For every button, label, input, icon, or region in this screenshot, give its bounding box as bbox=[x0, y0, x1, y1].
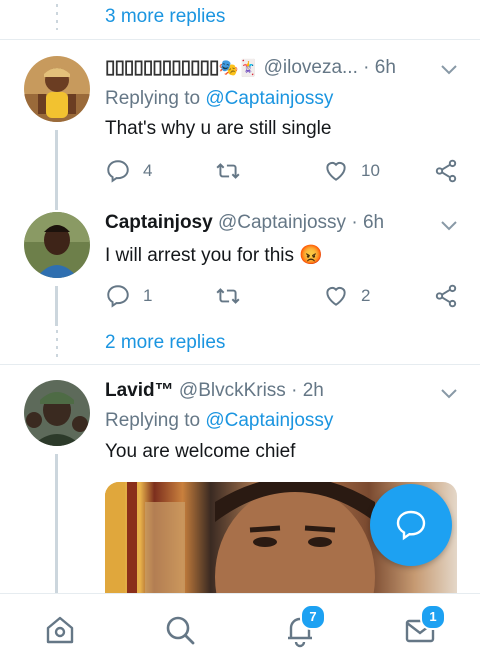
like-button[interactable]: 2 bbox=[323, 283, 370, 309]
reply-count: 4 bbox=[143, 161, 153, 180]
reply-count: 1 bbox=[143, 286, 153, 305]
nav-notifications[interactable]: 7 bbox=[282, 604, 326, 648]
thread-line bbox=[55, 286, 58, 326]
display-name[interactable]: Lavid™ bbox=[105, 380, 174, 401]
nav-search[interactable] bbox=[162, 612, 198, 648]
reply-icon bbox=[107, 285, 129, 308]
handle[interactable]: @iloveza... bbox=[264, 57, 358, 78]
heart-icon bbox=[326, 161, 346, 181]
search-icon bbox=[166, 616, 195, 645]
replying-prefix: Replying to bbox=[105, 410, 201, 431]
tweet-actions: 4 10 bbox=[105, 158, 460, 186]
nav-home[interactable] bbox=[42, 612, 78, 648]
compose-reply-button[interactable] bbox=[370, 484, 452, 566]
timestamp[interactable]: · 6h bbox=[351, 212, 384, 233]
notifications-badge: 7 bbox=[300, 604, 326, 630]
avatar[interactable] bbox=[24, 56, 90, 122]
thread-dots bbox=[56, 330, 58, 358]
timestamp[interactable]: · 2h bbox=[291, 380, 324, 401]
tweet-actions: 1 2 bbox=[105, 283, 460, 311]
messages-badge: 1 bbox=[420, 604, 446, 630]
reply-icon bbox=[107, 160, 129, 183]
divider bbox=[0, 39, 480, 40]
thread-line bbox=[55, 130, 58, 210]
replying-to-handle[interactable]: @Captainjossy bbox=[205, 88, 333, 109]
handle[interactable]: @Captainjossy bbox=[218, 212, 346, 233]
tweet-header: Captainjosy @Captainjossy · 6h bbox=[105, 212, 440, 238]
retweet-icon bbox=[216, 288, 240, 304]
thread-dots bbox=[56, 4, 58, 30]
thread-line bbox=[55, 454, 58, 604]
share-button[interactable] bbox=[433, 158, 459, 184]
more-replies-link[interactable]: 2 more replies bbox=[105, 332, 225, 354]
tweet-text: I will arrest you for this bbox=[105, 245, 294, 266]
like-button[interactable]: 10 bbox=[323, 158, 380, 184]
like-count: 10 bbox=[361, 161, 380, 180]
angry-face-emoji: 😡 bbox=[299, 245, 323, 266]
name-emojis: 🎭🃏 bbox=[218, 60, 259, 77]
heart-icon bbox=[326, 286, 346, 306]
home-icon bbox=[46, 616, 74, 644]
tweet-text: That's why u are still single bbox=[105, 118, 332, 139]
avatar[interactable] bbox=[24, 380, 90, 446]
replying-to-handle[interactable]: @Captainjossy bbox=[205, 410, 333, 431]
avatar[interactable] bbox=[24, 212, 90, 278]
tweet-header: ▯▯▯▯▯▯▯▯▯▯▯▯🎭🃏 @iloveza... · 6h bbox=[105, 56, 440, 82]
retweet-button[interactable] bbox=[215, 283, 253, 309]
display-name[interactable]: ▯▯▯▯▯▯▯▯▯▯▯▯ bbox=[105, 57, 219, 78]
bottom-nav: 7 1 bbox=[0, 593, 480, 666]
retweet-button[interactable] bbox=[215, 158, 253, 184]
like-count: 2 bbox=[361, 286, 371, 305]
replying-to: Replying to @Captainjossy bbox=[105, 88, 333, 110]
tweet-captainjosy[interactable]: Captainjosy @Captainjossy · 6h I will ar… bbox=[0, 212, 480, 326]
more-replies-link[interactable]: 3 more replies bbox=[105, 6, 225, 28]
compose-reply-icon bbox=[396, 510, 426, 541]
timestamp[interactable]: · 6h bbox=[363, 57, 396, 78]
share-icon bbox=[435, 159, 457, 183]
tweet-header: Lavid™ @BlvckKriss · 2h bbox=[105, 380, 440, 406]
reply-button[interactable]: 1 bbox=[105, 283, 152, 309]
more-replies-mid[interactable]: 2 more replies bbox=[0, 324, 480, 364]
more-replies-top[interactable]: 3 more replies bbox=[0, 0, 480, 40]
reply-button[interactable]: 4 bbox=[105, 158, 152, 184]
nav-messages[interactable]: 1 bbox=[402, 604, 446, 648]
display-name[interactable]: Captainjosy bbox=[105, 212, 213, 233]
chevron-down-icon[interactable] bbox=[440, 384, 458, 402]
chevron-down-icon[interactable] bbox=[440, 60, 458, 78]
retweet-icon bbox=[216, 163, 240, 179]
tweet-iloveza[interactable]: ▯▯▯▯▯▯▯▯▯▯▯▯🎭🃏 @iloveza... · 6h Replying… bbox=[0, 56, 480, 210]
chevron-down-icon[interactable] bbox=[440, 216, 458, 234]
replying-prefix: Replying to bbox=[105, 88, 201, 109]
divider bbox=[0, 364, 480, 365]
share-icon bbox=[435, 284, 457, 308]
tweet-text: You are welcome chief bbox=[105, 441, 296, 462]
share-button[interactable] bbox=[433, 283, 459, 309]
handle[interactable]: @BlvckKriss bbox=[179, 380, 286, 401]
tweet-text-wrap: I will arrest you for this 😡 bbox=[105, 243, 323, 267]
replying-to: Replying to @Captainjossy bbox=[105, 410, 333, 432]
